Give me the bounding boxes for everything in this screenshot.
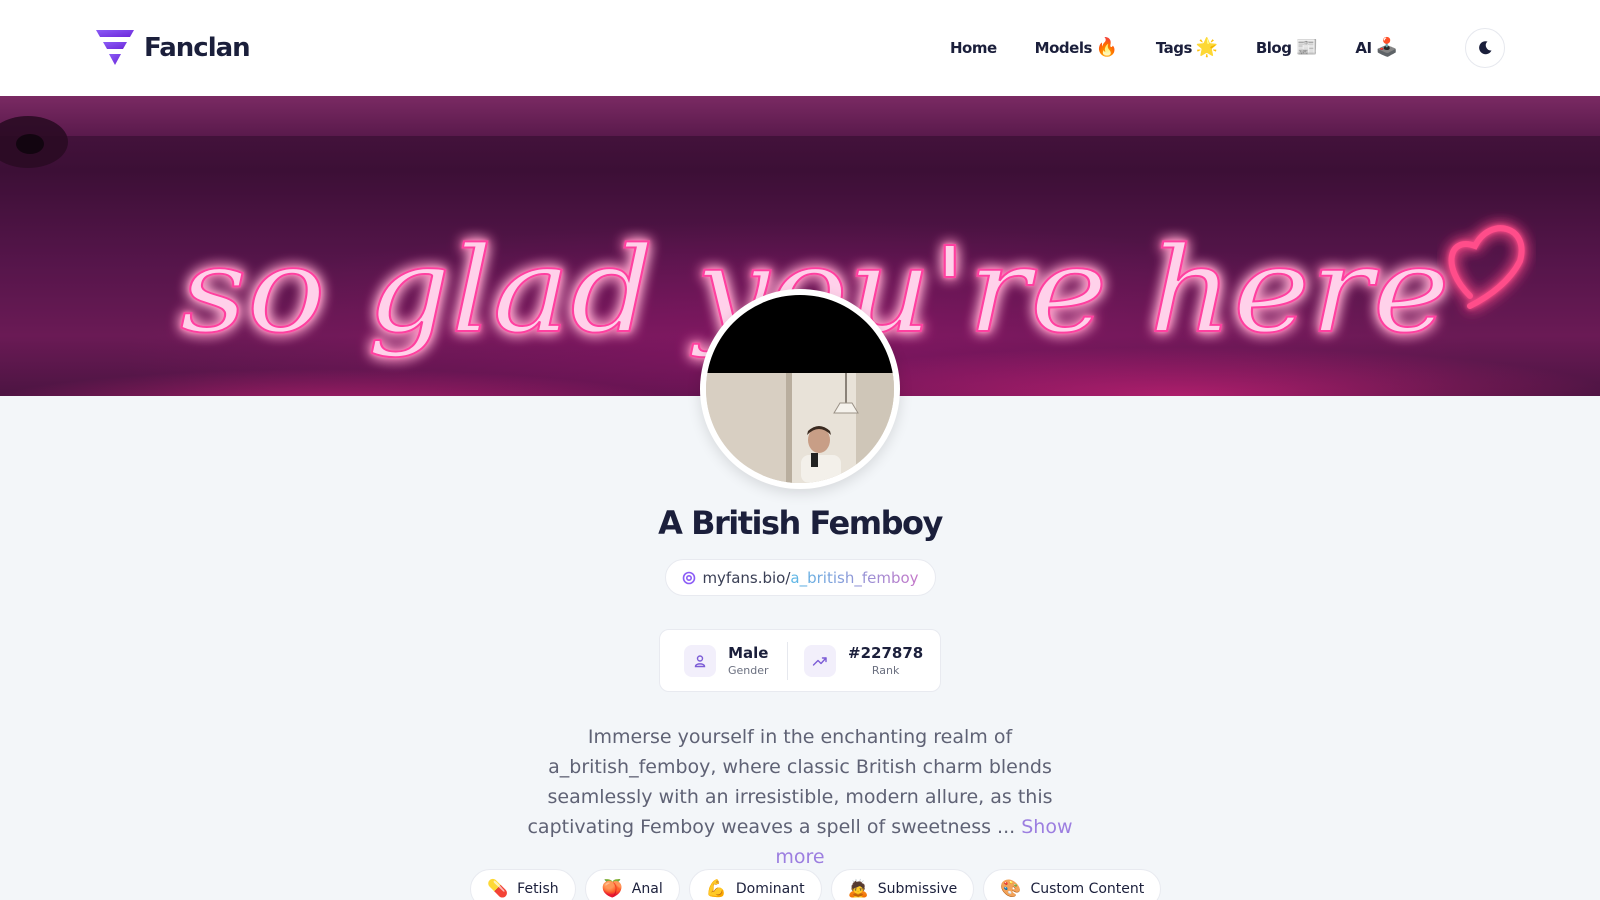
nav-tags[interactable]: Tags 🌟 [1155, 37, 1219, 58]
tag-label: Submissive [877, 881, 958, 897]
avatar-photo [706, 295, 894, 483]
tag-label: Dominant [735, 881, 805, 897]
neon-heart-icon [1448, 225, 1525, 309]
brand-logo[interactable]: Fanclan [94, 28, 251, 68]
nav-ai[interactable]: AI 🕹️ [1355, 37, 1398, 58]
bio-text: Immerse yourself in the enchanting realm… [527, 726, 1053, 838]
joystick-icon: 🕹️ [1375, 37, 1398, 58]
bowing-person-icon: 🙇 [847, 878, 869, 899]
moon-icon [1479, 41, 1492, 55]
gender-label: Gender [728, 664, 769, 677]
nav-home[interactable]: Home [950, 39, 997, 57]
profile-name: A British Femboy [658, 504, 943, 542]
tag-submissive[interactable]: 🙇 Submissive [830, 869, 975, 900]
profile-handle-link[interactable]: myfans.bio/a_british_femboy [665, 559, 936, 596]
brand-name: Fanclan [144, 33, 251, 63]
gender-value: Male [728, 644, 769, 662]
fanclan-logo-icon [96, 30, 134, 65]
profile-avatar[interactable] [700, 289, 900, 489]
palette-icon: 🎨 [1000, 878, 1022, 899]
star-icon: 🌟 [1195, 37, 1218, 58]
tag-label: Fetish [517, 881, 559, 897]
nav-models[interactable]: Models 🔥 [1034, 37, 1119, 58]
nav-blog[interactable]: Blog 📰 [1255, 37, 1318, 58]
tag-list: 💊 Fetish 🍑 Anal 💪 Dominant 🙇 Submissive … [470, 869, 1162, 900]
fire-icon: 🔥 [1095, 37, 1118, 58]
pill-icon: 💊 [487, 878, 509, 899]
rank-label: Rank [871, 664, 900, 677]
profile-stats: Male Gender #227878 Rank [659, 629, 941, 692]
tag-dominant[interactable]: 💪 Dominant [688, 869, 822, 900]
nav-models-label: Models [1034, 39, 1093, 57]
nav-blog-label: Blog [1255, 39, 1292, 57]
rank-value: #227878 [848, 644, 924, 662]
user-icon [684, 644, 716, 677]
avatar-image [706, 295, 894, 483]
handle-name: a_british_femboy [790, 568, 919, 587]
profile-bio: Immerse yourself in the enchanting realm… [510, 722, 1090, 872]
tag-custom-content[interactable]: 🎨 Custom Content [983, 869, 1162, 900]
at-icon [683, 571, 696, 584]
nav-tags-label: Tags [1155, 39, 1193, 57]
main-nav: Home Models 🔥 Tags 🌟 Blog 📰 AI 🕹️ [950, 34, 1398, 62]
peach-icon: 🍑 [601, 878, 623, 899]
stat-gender: Male Gender [660, 630, 787, 691]
tag-label: Custom Content [1030, 881, 1145, 897]
tag-label: Anal [631, 881, 663, 897]
tag-fetish[interactable]: 💊 Fetish [470, 869, 576, 900]
handle-prefix: myfans.bio/ [702, 568, 791, 587]
newspaper-icon: 📰 [1295, 37, 1318, 58]
theme-toggle-button[interactable] [1465, 28, 1505, 68]
flexed-biceps-icon: 💪 [705, 878, 727, 899]
tag-anal[interactable]: 🍑 Anal [584, 869, 680, 900]
site-header: Fanclan Home Models 🔥 Tags 🌟 Blog 📰 AI 🕹… [0, 0, 1600, 96]
trending-up-icon [804, 644, 836, 677]
nav-home-label: Home [950, 39, 997, 57]
nav-ai-label: AI [1355, 39, 1372, 57]
stat-rank: #227878 Rank [788, 630, 923, 691]
